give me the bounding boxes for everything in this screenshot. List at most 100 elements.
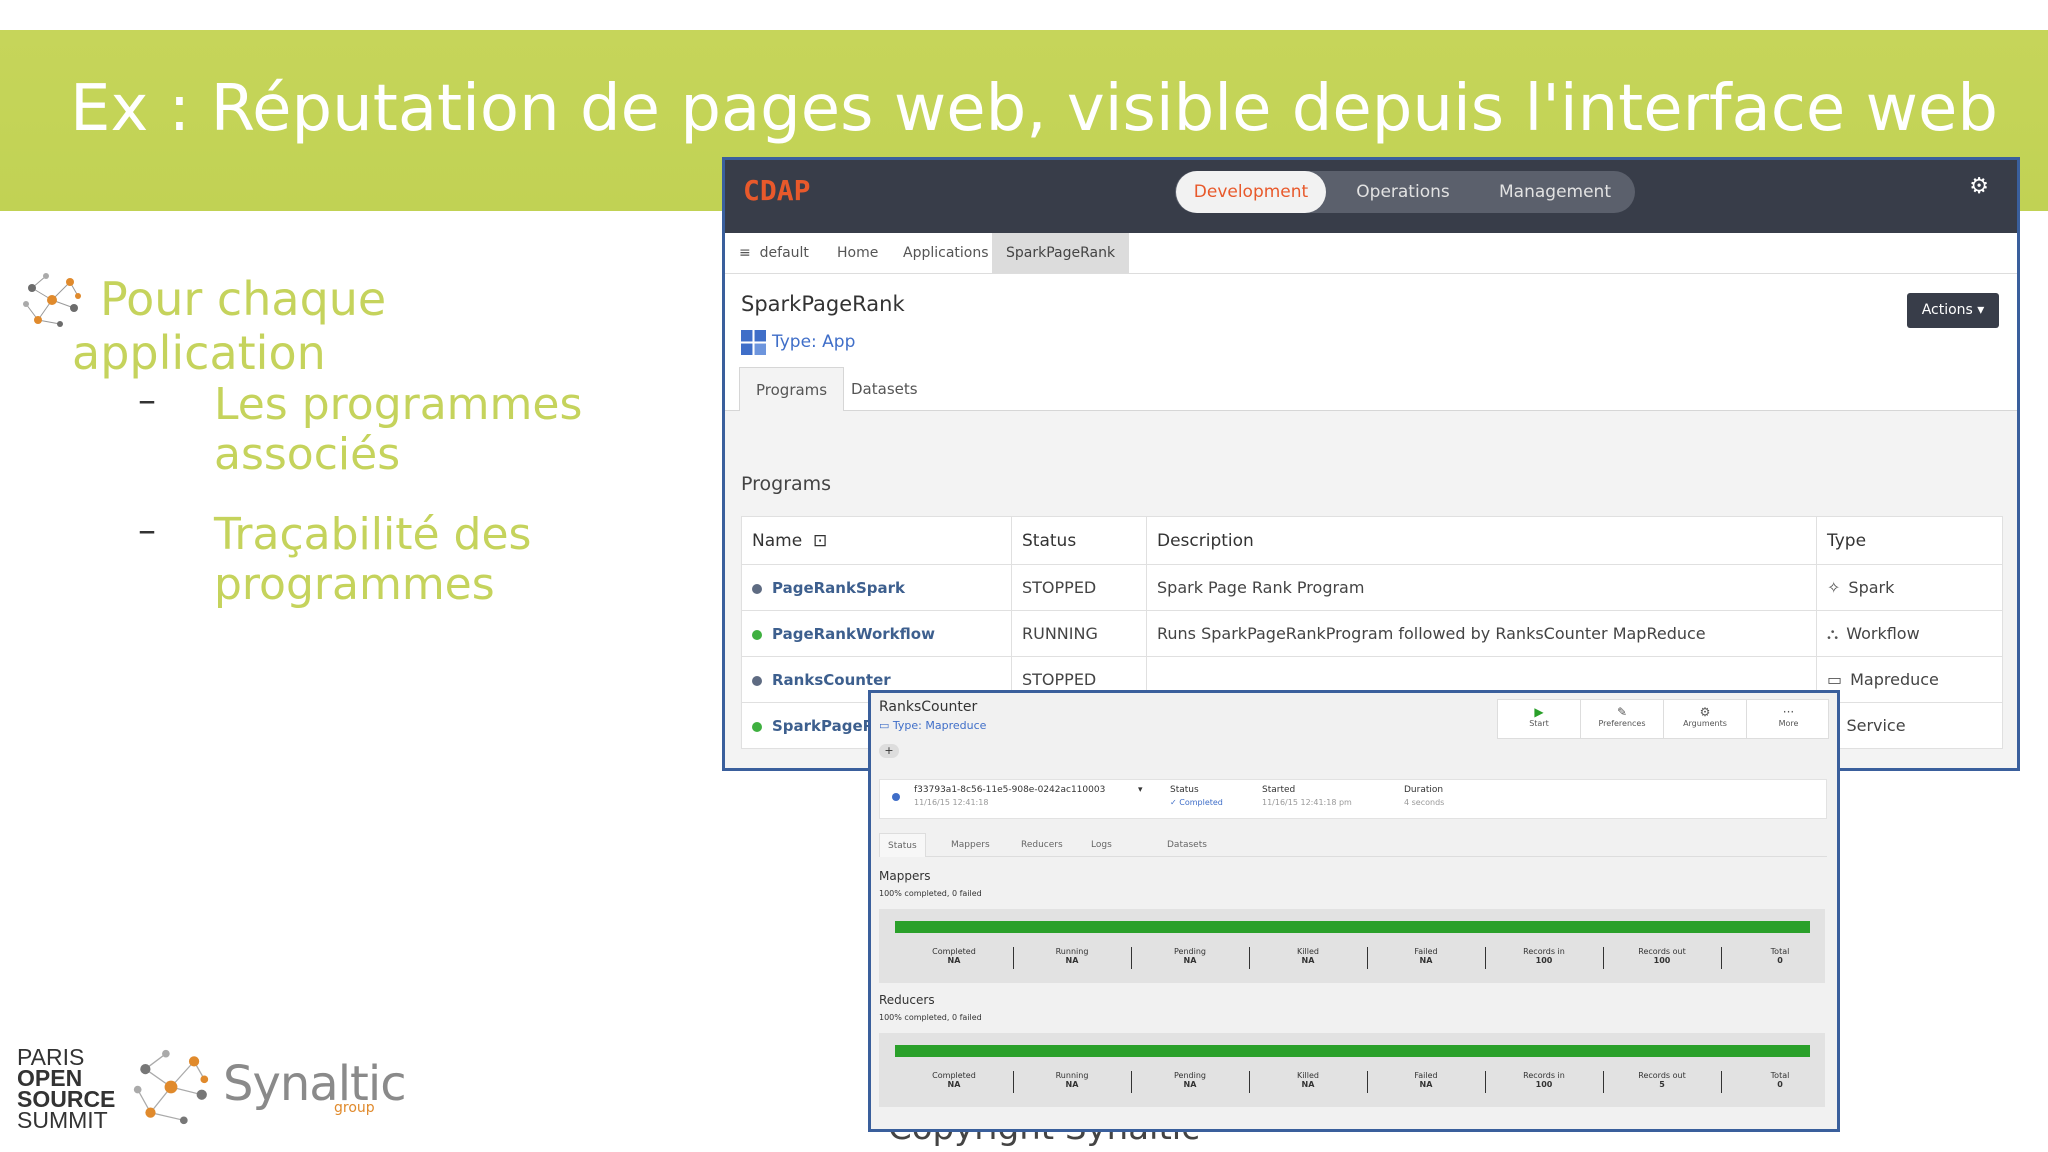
table-row[interactable]: PageRankSpark STOPPED Spark Page Rank Pr… [741, 564, 2003, 611]
program-name-link[interactable]: PageRankSpark [772, 579, 905, 597]
stat-value: 0 [1777, 1080, 1783, 1089]
tab-datasets[interactable]: Datasets [1159, 833, 1215, 857]
mapreduce-icon: ▭ [1827, 670, 1843, 689]
duration-value: 4 seconds [1404, 798, 1445, 807]
tab-programs[interactable]: Programs [739, 367, 845, 411]
paris-open-source-summit-logo: PARIS OPEN SOURCE SUMMIT [17, 1046, 115, 1133]
gear-icon[interactable]: ⚙ [1969, 174, 1989, 199]
synaltic-logo-text: Synaltic [223, 1056, 407, 1112]
actions-button[interactable]: Actions ▾ [1907, 293, 1999, 328]
stat-value: NA [1419, 956, 1433, 965]
programs-title: Programs [741, 473, 832, 495]
caret-down-icon: ▾ [1977, 302, 1985, 318]
more-button[interactable]: ··· More [1747, 700, 1830, 738]
mappers-box: Completed NA Running NA Pending NA Killed NA Fai… [879, 909, 1825, 983]
breadcrumb-applications[interactable]: Applications [903, 233, 989, 273]
stat-cell: Failed NA [1367, 947, 1485, 965]
status-dot [752, 721, 762, 732]
slide: Ex : Réputation de pages web, visible de… [0, 0, 2048, 1152]
status-dot [752, 629, 762, 640]
sort-icon[interactable]: ⊡ [813, 531, 827, 551]
stat-value: NA [1183, 956, 1197, 965]
breadcrumb-home[interactable]: Home [837, 233, 878, 273]
stat-cell: Completed NA [895, 1071, 1013, 1089]
app-type-icon [741, 330, 766, 355]
tab-mappers[interactable]: Mappers [943, 833, 998, 857]
program-description: Spark Page Rank Program [1146, 564, 1817, 611]
tab-logs[interactable]: Logs [1083, 833, 1120, 857]
program-status: STOPPED [1011, 564, 1147, 611]
stat-label: Records in [1523, 947, 1565, 956]
program-description: Runs SparkPageRankProgram followed by Ra… [1146, 610, 1817, 657]
caret-down-icon[interactable]: ▾ [1138, 785, 1143, 795]
logo-word: SUMMIT [17, 1107, 108, 1133]
sub-bullet-1-line2: associés [214, 429, 401, 480]
duration-label: Duration [1404, 785, 1444, 795]
stat-label: Total [1770, 1071, 1790, 1080]
stat-label: Records out [1638, 947, 1686, 956]
stat-value: NA [1301, 1080, 1315, 1089]
stat-cell: Running NA [1013, 1071, 1131, 1089]
menu-icon: ≡ [739, 245, 751, 261]
network-bullet-icon [23, 273, 81, 327]
synaltic-logo-sub: group [334, 1100, 375, 1116]
gear-icon: ⚙ [1699, 705, 1711, 719]
table-header-row: Name ⊡ Status Description Type [741, 516, 2003, 565]
program-type: Spark [1848, 578, 1895, 597]
run-date: 11/16/15 12:41:18 [914, 798, 989, 807]
rankscounter-panel: RanksCounter ▭ Type: Mapreduce + ▶ Start … [868, 690, 1840, 1132]
stat-label: Failed [1414, 1071, 1438, 1080]
started-label: Started [1262, 785, 1296, 795]
preferences-button[interactable]: ✎ Preferences [1581, 700, 1664, 738]
breadcrumb-current[interactable]: SparkPageRank [992, 233, 1130, 273]
nav-development[interactable]: Development [1176, 171, 1326, 213]
nav-operations[interactable]: Operations [1333, 171, 1473, 213]
breadcrumb-namespace[interactable]: ≡ default [739, 233, 809, 273]
run-selector[interactable]: f33793a1-8c56-11e5-908e-0242ac110003 [914, 785, 1105, 795]
stat-cell: Total 0 [1721, 947, 1837, 965]
stat-label: Killed [1297, 1071, 1319, 1080]
cdap-logo[interactable]: CDAP [743, 174, 810, 207]
sub-bullet-1-line1: Les programmes [214, 379, 583, 430]
stat-cell: Total 0 [1721, 1071, 1837, 1089]
stat-label: Failed [1414, 947, 1438, 956]
stat-cell: Running NA [1013, 947, 1131, 965]
expand-button[interactable]: + [879, 744, 899, 758]
rc-toolbar: ▶ Start ✎ Preferences ⚙ Arguments ··· More [1497, 699, 1829, 739]
mapreduce-icon: ▭ [879, 719, 890, 732]
stat-value: 100 [1535, 1080, 1553, 1089]
stat-label: Records out [1638, 1071, 1686, 1080]
program-name-link[interactable]: SparkPageR [772, 717, 874, 735]
stat-cell: Records out 100 [1603, 947, 1721, 965]
stat-cell: Failed NA [1367, 1071, 1485, 1089]
tab-datasets[interactable]: Datasets [835, 367, 934, 411]
col-name[interactable]: Name ⊡ [741, 516, 1012, 565]
program-name-link[interactable]: RanksCounter [772, 671, 891, 689]
nav-management[interactable]: Management [1480, 171, 1630, 213]
workflow-icon: ⛬ [1827, 623, 1839, 643]
cdap-window: CDAP Development Operations Management ⚙… [722, 157, 2020, 771]
stat-value: NA [1419, 1080, 1433, 1089]
program-name-link[interactable]: PageRankWorkflow [772, 625, 935, 643]
stat-cell: Killed NA [1249, 947, 1367, 965]
table-row[interactable]: PageRankWorkflow RUNNING Runs SparkPageR… [741, 610, 2003, 657]
stat-value: NA [1301, 956, 1315, 965]
rc-program-name: RanksCounter [879, 699, 978, 715]
arguments-button[interactable]: ⚙ Arguments [1664, 700, 1747, 738]
app-type: Type: App [772, 332, 856, 352]
program-status: RUNNING [1011, 610, 1147, 657]
stat-value: NA [947, 1080, 961, 1089]
sub-bullet-2-line1: Traçabilité des [214, 509, 532, 560]
tab-status[interactable]: Status [879, 833, 926, 857]
bullet-main-line1: Pour chaque [100, 272, 387, 326]
start-button[interactable]: ▶ Start [1498, 700, 1581, 738]
synaltic-logo-icon [133, 1049, 209, 1125]
cdap-nav: Development Operations Management [1175, 171, 1635, 213]
stat-label: Pending [1174, 947, 1206, 956]
tab-reducers[interactable]: Reducers [1013, 833, 1071, 857]
mappers-progress-bar [895, 921, 1810, 933]
stat-cell: Killed NA [1249, 1071, 1367, 1089]
reducers-box: Completed NA Running NA Pending NA Killed NA Fai… [879, 1033, 1825, 1107]
stat-label: Completed [932, 1071, 976, 1080]
mappers-title: Mappers [879, 869, 931, 883]
